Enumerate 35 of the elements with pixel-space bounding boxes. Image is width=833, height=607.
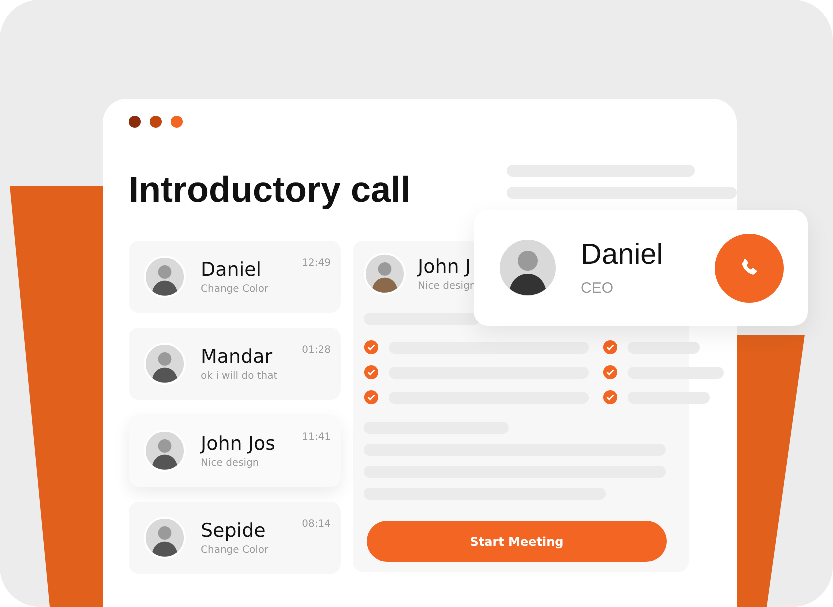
check-icon xyxy=(364,390,379,405)
chat-item[interactable]: Daniel Change Color 12:49 xyxy=(129,241,341,313)
window-dot[interactable] xyxy=(129,116,141,128)
check-icon xyxy=(364,365,379,380)
caller-role: CEO xyxy=(581,280,615,297)
contact-name: Mandar xyxy=(201,346,274,368)
message-preview: Nice design xyxy=(201,458,260,469)
chat-item[interactable]: Sepide Change Color 08:14 xyxy=(129,502,341,574)
window-title: Introductory call xyxy=(129,168,412,212)
window-dot[interactable] xyxy=(150,116,162,128)
message-preview: Change Color xyxy=(201,284,269,295)
avatar-icon xyxy=(144,256,186,298)
avatar-icon xyxy=(144,430,186,472)
message-preview: ok i will do that xyxy=(201,371,278,382)
message-time: 01:28 xyxy=(302,345,331,356)
check-icon xyxy=(603,340,618,355)
avatar-icon xyxy=(144,343,186,385)
caller-name: Daniel xyxy=(581,239,664,272)
window-dot[interactable] xyxy=(171,116,183,128)
chat-item[interactable]: John Jos Nice design 11:41 xyxy=(129,415,341,487)
avatar-icon xyxy=(498,238,558,298)
contact-name: Daniel xyxy=(201,259,263,281)
message-time: 11:41 xyxy=(302,432,331,443)
message-time: 12:49 xyxy=(302,258,331,269)
chat-item[interactable]: Mandar ok i will do that 01:28 xyxy=(129,328,341,400)
check-icon xyxy=(603,390,618,405)
avatar-icon xyxy=(144,517,186,559)
contact-name: John J xyxy=(418,256,472,278)
message-time: 08:14 xyxy=(302,519,331,530)
message-preview: Change Color xyxy=(201,545,269,556)
check-icon xyxy=(364,340,379,355)
check-icon xyxy=(603,365,618,380)
contact-name: Sepide xyxy=(201,520,267,542)
avatar-icon xyxy=(364,253,406,295)
contact-name: John Jos xyxy=(201,433,276,455)
